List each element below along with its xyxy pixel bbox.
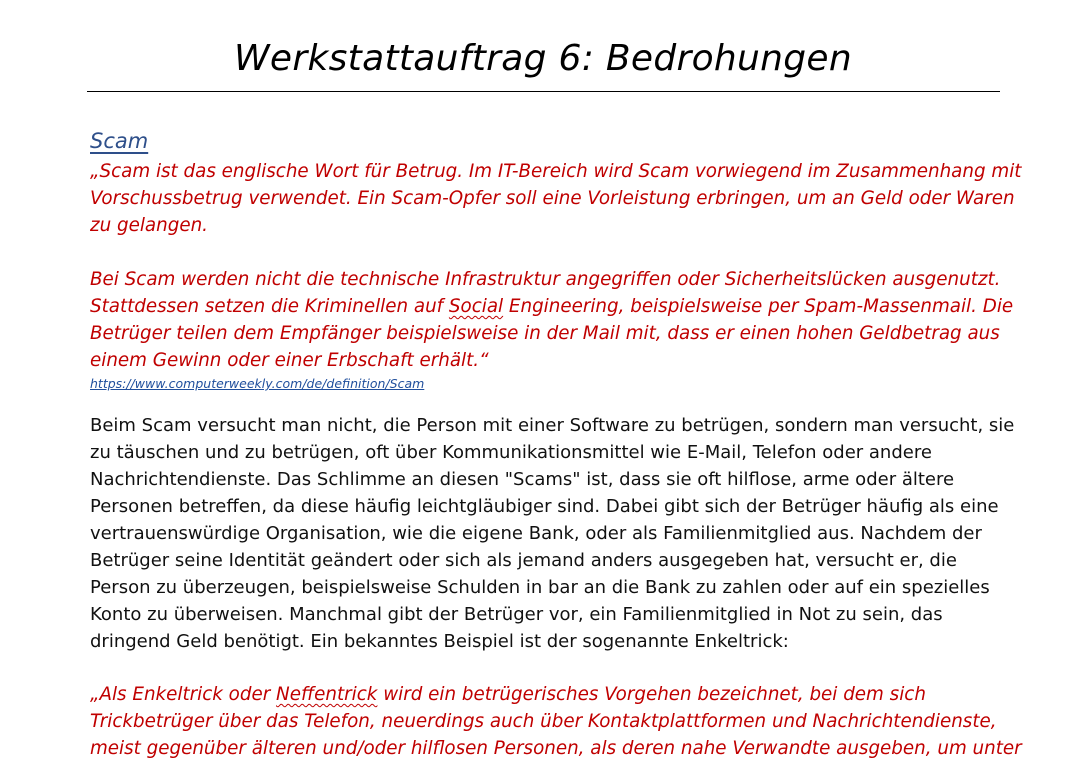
quote-paragraph-1: „Scam ist das englische Wort für Betrug.… (90, 158, 1022, 239)
body-line: Betrüger seine Identität geändert oder s… (90, 550, 957, 571)
quote-paragraph-2: Bei Scam werden nicht die technische Inf… (90, 266, 1013, 374)
quote-line: „Als Enkeltrick oder Neffentrick wird ei… (90, 681, 1005, 708)
body-line: dringend Geld benötigt. Ein bekanntes Be… (90, 631, 789, 652)
quote-text-fragment: wird ein betrügerisches Vorgehen bezeich… (377, 684, 926, 705)
body-line: vertrauenswürdige Organisation, wie die … (90, 523, 982, 544)
quote-line: Betrüger teilen dem Empfänger beispielsw… (90, 323, 1000, 344)
body-line: Nachrichtendienste. Das Schlimme an dies… (90, 469, 955, 490)
quote-text-fragment: Engineering, beispielsweise per Spam-Mas… (503, 296, 1014, 317)
quote-line: „Scam ist das englische Wort für Betrug.… (90, 161, 1022, 182)
body-line: Beim Scam versucht man nicht, die Person… (90, 415, 1015, 436)
body-line: Person zu überzeugen, beispielsweise Sch… (90, 577, 990, 598)
source-link[interactable]: https://www.computerweekly.com/de/defini… (90, 375, 424, 393)
spellcheck-flagged-word[interactable]: Neffentrick (276, 684, 377, 705)
title-divider (87, 91, 1000, 92)
quote-line: Bei Scam werden nicht die technische Inf… (90, 269, 1001, 290)
quote-line: Vorschussbetrug verwendet. Ein Scam-Opfe… (90, 188, 1015, 209)
body-line: zu täuschen und zu betrügen, oft über Ko… (90, 442, 932, 463)
quote-line: meist gegenüber älteren und/oder hilflos… (90, 738, 1022, 759)
quote-line: einem Gewinn oder einer Erbschaft erhält… (90, 350, 489, 371)
section-heading-scam: Scam (90, 129, 149, 153)
quote-text-fragment: Stattdessen setzen die Kriminellen auf (90, 296, 449, 317)
quote-text-fragment: „Als Enkeltrick oder (90, 684, 277, 705)
body-line: Personen betreffen, da diese häufig leic… (90, 496, 999, 517)
quote-line: Trickbetrüger über das Telefon, neuerdin… (90, 711, 997, 732)
quote-line: Stattdessen setzen die Kriminellen auf S… (90, 293, 1013, 320)
quote-line: zu gelangen. (90, 215, 208, 236)
quote-paragraph-3: „Als Enkeltrick oder Neffentrick wird ei… (90, 681, 1022, 762)
body-paragraph: Beim Scam versucht man nicht, die Person… (90, 412, 1015, 655)
body-line: Konto zu überweisen. Manchmal gibt der B… (90, 604, 943, 625)
document-title: Werkstattauftrag 6: Bedrohungen (234, 38, 852, 79)
spellcheck-flagged-word[interactable]: Social (449, 296, 503, 317)
